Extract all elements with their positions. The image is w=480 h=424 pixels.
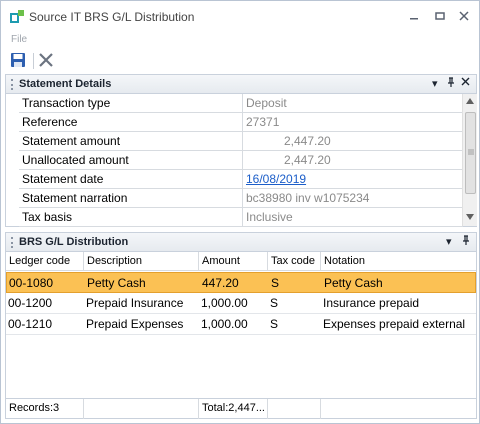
detail-label: Reference — [19, 113, 243, 132]
cell-ledger-code: 00-1210 — [8, 317, 53, 331]
delete-icon — [39, 53, 53, 67]
toolbar-separator — [33, 53, 34, 69]
panel-close-icon[interactable] — [461, 77, 470, 89]
distribution-header: BRS G/L Distribution ▾ — [5, 232, 477, 252]
save-button[interactable] — [10, 52, 30, 70]
table-row[interactable]: 00-1210 Prepaid Expenses 1,000.00 S Expe… — [6, 314, 476, 335]
detail-label: Statement date — [19, 170, 243, 189]
cell-ledger-code: 00-1200 — [8, 296, 53, 310]
detail-row-statement-amount[interactable]: Statement amount 2,447.20 — [19, 132, 463, 151]
main-window: Source IT BRS G/L Distribution File Stat… — [0, 0, 480, 424]
minimize-button[interactable] — [403, 7, 425, 27]
detail-row-statement-date[interactable]: Statement date 16/08/2019 — [19, 170, 463, 189]
distribution-title: BRS G/L Distribution — [19, 236, 129, 248]
app-icon — [10, 10, 24, 23]
detail-value[interactable]: 2,447.20 — [244, 132, 463, 151]
column-header-tax-code[interactable]: Tax code — [268, 252, 321, 271]
panel-grip-icon — [11, 79, 13, 90]
cell-tax-code: S — [270, 296, 279, 310]
cell-tax-code: S — [270, 317, 279, 331]
status-empty-cell — [268, 399, 321, 419]
statement-details-header: Statement Details ▾ — [5, 74, 477, 94]
menu-file[interactable]: File — [11, 34, 27, 45]
cell-description: Petty Cash — [87, 276, 146, 290]
detail-label: Transaction type — [19, 94, 243, 113]
column-header-notation[interactable]: Notation — [321, 252, 476, 271]
statement-details-grid: Transaction type Deposit Reference 27371… — [5, 94, 477, 227]
detail-label: Tax basis — [19, 208, 243, 227]
total-amount: Total:2,447... — [199, 399, 268, 419]
cell-notation: Insurance prepaid — [323, 296, 420, 310]
panel-grip-icon — [11, 237, 13, 248]
maximize-icon — [435, 12, 445, 20]
statement-date-link[interactable]: 16/08/2019 — [244, 170, 463, 189]
panel-dropdown-icon[interactable]: ▾ — [446, 235, 452, 248]
column-header-description[interactable]: Description — [84, 252, 199, 271]
table-row[interactable]: 00-1080 Petty Cash 447.20 S Petty Cash — [6, 272, 476, 293]
save-icon — [11, 53, 25, 67]
detail-row-unallocated-amount[interactable]: Unallocated amount 2,447.20 — [19, 151, 463, 170]
cell-amount: 1,000.00 — [201, 317, 248, 331]
cell-amount: 1,000.00 — [201, 296, 248, 310]
column-header-ledger-code[interactable]: Ledger code — [6, 252, 84, 271]
maximize-button[interactable] — [429, 7, 451, 27]
toolbar — [1, 50, 479, 72]
grip-lines-icon — [468, 149, 474, 155]
detail-value[interactable]: bc38980 inv w1075234 — [244, 189, 463, 208]
pin-icon[interactable] — [446, 77, 456, 91]
window-title: Source IT BRS G/L Distribution — [29, 10, 195, 24]
cell-ledger-code: 00-1080 — [9, 276, 54, 290]
menu-bar: File — [1, 33, 479, 49]
pin-icon[interactable] — [461, 235, 471, 249]
statement-details-title: Statement Details — [19, 78, 112, 90]
cell-description: Prepaid Insurance — [86, 296, 184, 310]
cell-tax-code: S — [271, 276, 280, 290]
detail-value[interactable]: 27371 — [244, 113, 463, 132]
close-icon — [459, 11, 469, 21]
records-count: Records:3 — [6, 399, 84, 419]
minimize-icon — [410, 18, 418, 20]
detail-label: Unallocated amount — [19, 151, 243, 170]
detail-row-transaction-type[interactable]: Transaction type Deposit — [19, 94, 463, 113]
details-scrollbar[interactable] — [462, 94, 477, 226]
detail-row-reference[interactable]: Reference 27371 — [19, 113, 463, 132]
detail-label: Statement amount — [19, 132, 243, 151]
panel-dropdown-icon[interactable]: ▾ — [432, 77, 438, 90]
close-window-button[interactable] — [453, 7, 475, 27]
detail-value[interactable]: Inclusive — [244, 208, 463, 227]
status-empty-cell — [84, 399, 199, 419]
scroll-up-icon[interactable] — [466, 98, 474, 104]
status-bar: Records:3 Total:2,447... — [6, 398, 476, 419]
distribution-grid: Ledger code Description Amount Tax code … — [5, 252, 477, 419]
detail-value[interactable]: 2,447.20 — [244, 151, 463, 170]
cell-notation: Expenses prepaid external — [323, 317, 466, 331]
detail-row-tax-basis[interactable]: Tax basis Inclusive — [19, 208, 463, 227]
cell-description: Prepaid Expenses — [86, 317, 184, 331]
detail-row-statement-narration[interactable]: Statement narration bc38980 inv w1075234 — [19, 189, 463, 208]
column-header-amount[interactable]: Amount — [199, 252, 268, 271]
title-bar: Source IT BRS G/L Distribution — [1, 1, 479, 33]
detail-value[interactable]: Deposit — [244, 94, 463, 113]
cell-notation: Petty Cash — [324, 276, 383, 290]
cell-amount: 447.20 — [202, 276, 239, 290]
delete-button[interactable] — [38, 52, 58, 70]
table-row[interactable]: 00-1200 Prepaid Insurance 1,000.00 S Ins… — [6, 293, 476, 314]
scroll-down-icon[interactable] — [466, 214, 474, 220]
detail-label: Statement narration — [19, 189, 243, 208]
scroll-thumb[interactable] — [465, 112, 476, 194]
